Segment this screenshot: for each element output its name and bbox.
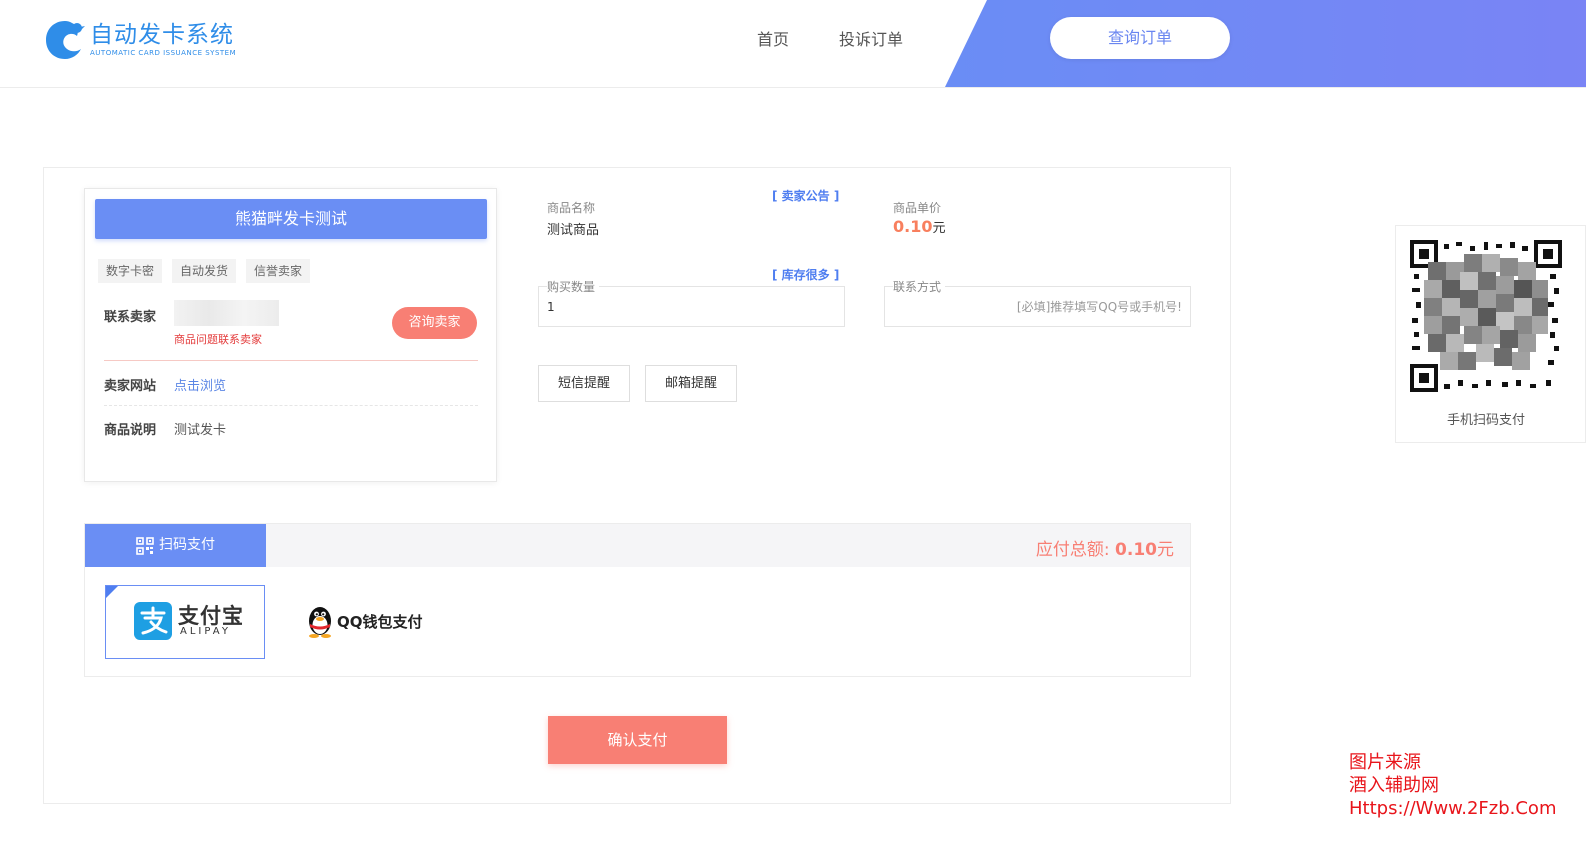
unit-price-unit: 元 — [932, 221, 946, 236]
consult-seller-button[interactable]: 咨询卖家 — [392, 307, 477, 339]
unit-price: 0.10元 — [893, 217, 946, 236]
unit-price-value: 0.10 — [893, 217, 933, 236]
contact-method-label: 联系方式 — [893, 278, 946, 295]
qq-wallet-option[interactable]: QQ钱包支付 — [305, 585, 435, 659]
contact-warning: 商品问题联系卖家 — [174, 333, 262, 346]
watermark-line-3: Https://Www.2Fzb.Com — [1349, 798, 1557, 819]
payable-total-value: 0.10 — [1115, 540, 1157, 560]
query-order-button[interactable]: 查询订单 — [1050, 17, 1230, 59]
contact-seller-label: 联系卖家 — [104, 310, 157, 325]
nav-complaint-order[interactable]: 投诉订单 — [839, 26, 903, 50]
seller-contact-blurred — [174, 300, 279, 326]
quantity-label: 购买数量 — [547, 278, 600, 295]
seller-website-link[interactable]: 点击浏览 — [174, 375, 226, 394]
payable-total: 应付总额: 0.10元 — [1036, 535, 1174, 560]
logo-subtitle: AUTOMATIC CARD ISSUANCE SYSTEM — [90, 49, 237, 57]
alipay-logo-icon — [134, 602, 172, 640]
payment-section: 扫码支付 应付总额: 0.10元 支付宝 ALIPAY QQ钱包支付 — [84, 523, 1191, 677]
unit-price-label: 商品单价 — [893, 199, 946, 216]
tag-digital-card: 数字卡密 — [98, 259, 163, 283]
selected-corner-icon — [106, 586, 118, 598]
qq-wallet-name: QQ钱包支付 — [337, 613, 423, 631]
seller-info-panel: 熊猫畔发卡测试 数字卡密 自动发货 信誉卖家 联系卖家 商品问题联系卖家 咨询卖… — [84, 188, 497, 482]
alipay-sub: ALIPAY — [180, 626, 231, 637]
product-desc-value: 测试发卡 — [174, 423, 227, 438]
tag-trusted-seller: 信誉卖家 — [246, 259, 311, 283]
sms-reminder-button[interactable]: 短信提醒 — [538, 365, 630, 402]
seller-announcement-link[interactable]: [ 卖家公告 ] — [772, 187, 839, 204]
qq-penguin-icon — [309, 607, 331, 638]
seller-website-label: 卖家网站 — [104, 379, 157, 394]
product-desc-label: 商品说明 — [104, 423, 157, 438]
tag-auto-delivery: 自动发货 — [172, 259, 237, 283]
seller-title: 熊猫畔发卡测试 — [95, 199, 487, 239]
seller-tags: 数字卡密 自动发货 信誉卖家 — [98, 259, 320, 283]
email-reminder-button[interactable]: 邮箱提醒 — [645, 365, 737, 402]
qrcode-icon — [136, 536, 154, 555]
watermark-line-1: 图片来源 — [1349, 752, 1421, 773]
product-name-value: 测试商品 — [547, 223, 600, 238]
payable-total-label: 应付总额: — [1035, 540, 1110, 560]
scan-pay-label: 扫码支付 — [159, 537, 215, 553]
product-name-label: 商品名称 — [547, 199, 600, 216]
logo-title: 自动发卡系统 — [90, 22, 234, 48]
header-gradient-banner — [945, 0, 1586, 87]
source-watermark: 图片来源 酒入辅助网 Https://Www.2Fzb.Com — [1349, 751, 1556, 820]
qr-caption: 手机扫码支付 — [1446, 413, 1525, 428]
nav-home[interactable]: 首页 — [757, 26, 789, 50]
order-card: 熊猫畔发卡测试 数字卡密 自动发货 信誉卖家 联系卖家 商品问题联系卖家 咨询卖… — [43, 167, 1231, 804]
logo-bird-icon — [44, 19, 86, 61]
payment-qrcode-icon — [1410, 240, 1562, 392]
qr-pay-panel: 手机扫码支付 — [1395, 225, 1586, 443]
divider — [104, 360, 478, 361]
alipay-option[interactable]: 支付宝 ALIPAY — [105, 585, 265, 659]
payable-total-unit: 元 — [1157, 540, 1174, 560]
payment-header: 扫码支付 应付总额: 0.10元 — [85, 524, 1190, 567]
top-header: 自动发卡系统 AUTOMATIC CARD ISSUANCE SYSTEM 首页… — [0, 0, 1586, 88]
watermark-line-2: 酒入辅助网 — [1349, 775, 1439, 796]
divider — [104, 405, 478, 406]
site-logo[interactable]: 自动发卡系统 AUTOMATIC CARD ISSUANCE SYSTEM — [44, 18, 236, 62]
stock-status-link: [ 库存很多 ] — [772, 268, 840, 282]
scan-pay-tab[interactable]: 扫码支付 — [85, 524, 266, 567]
confirm-pay-button[interactable]: 确认支付 — [548, 716, 727, 764]
